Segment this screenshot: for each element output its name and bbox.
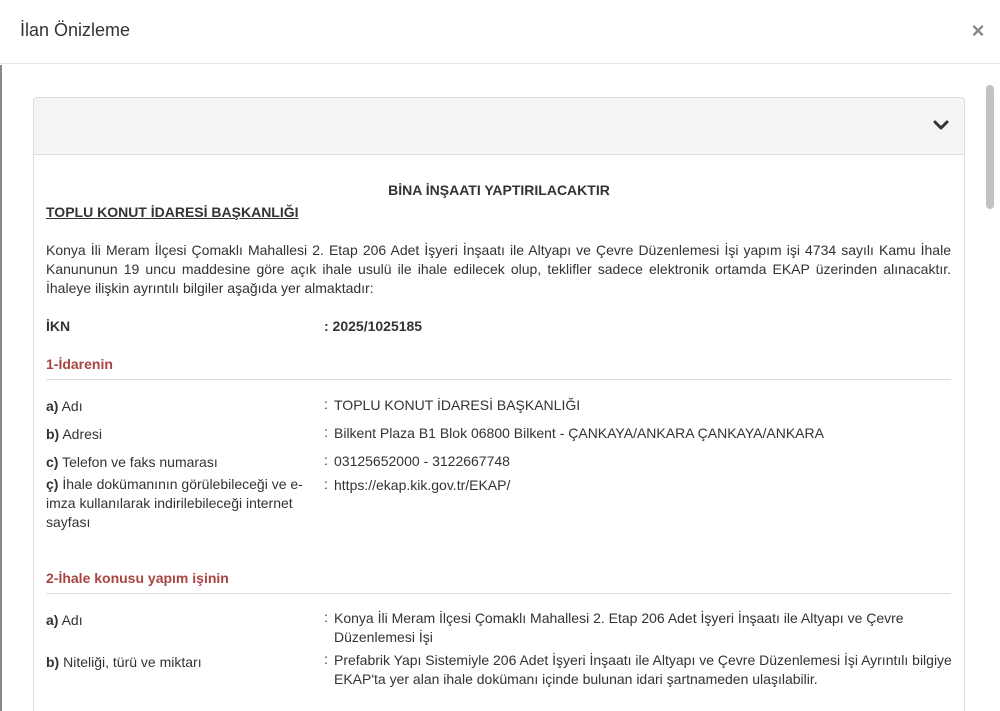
row-label-text: İhale dokümanının görülebileceği ve e-im… — [46, 476, 303, 530]
organization-title: TOPLU KONUT İDARESİ BAŞKANLIĞI — [46, 204, 299, 220]
row-label: a) Adı — [46, 611, 316, 630]
row-colon: : — [324, 476, 328, 492]
row-key: ç) — [46, 476, 59, 492]
row-label-text: Adı — [61, 398, 83, 414]
row-label: ç) İhale dokümanının görülebileceği ve e… — [46, 475, 316, 532]
row-label-text: Adresi — [62, 426, 103, 442]
close-icon[interactable]: × — [966, 18, 990, 44]
row-key: a) — [46, 612, 59, 628]
row-label-text: Adı — [61, 612, 83, 628]
announcement-panel: BİNA İNŞAATI YAPTIRILACAKTIR TOPLU KONUT… — [33, 97, 965, 711]
row-colon: : — [324, 452, 328, 468]
row-colon: : — [324, 651, 328, 667]
row-value: Bilkent Plaza B1 Blok 06800 Bilkent - ÇA… — [334, 425, 824, 441]
row-label-text: Niteliği, türü ve miktarı — [63, 654, 202, 670]
row-value: 03125652000 - 3122667748 — [334, 453, 510, 469]
row-label-text: Telefon ve faks numarası — [62, 454, 218, 470]
intro-paragraph: Konya İli Meram İlçesi Çomaklı Mahallesi… — [46, 242, 951, 296]
row-colon: : — [324, 424, 328, 440]
ikn-label: İKN — [46, 318, 71, 334]
row-label: a) Adı — [46, 397, 316, 416]
section-title-idare: 1-İdarenin — [46, 355, 951, 380]
modal-body: BİNA İNŞAATI YAPTIRILACAKTIR TOPLU KONUT… — [0, 65, 1000, 711]
modal-title: İlan Önizleme — [20, 20, 131, 40]
row-key: b) — [46, 426, 60, 442]
modal-header: İlan Önizleme × — [0, 0, 1000, 64]
row-colon: : — [324, 609, 328, 625]
row-colon: : — [324, 396, 328, 412]
panel-heading[interactable] — [34, 98, 964, 155]
internet-link[interactable]: https://ekap.kik.gov.tr/EKAP/ — [334, 476, 954, 495]
row-label: b) Niteliği, türü ve miktarı — [46, 653, 316, 672]
chevron-down-icon[interactable] — [932, 116, 950, 134]
section-title-yapim: 2-İhale konusu yapım işinin — [46, 569, 951, 594]
row-key: c) — [46, 454, 59, 470]
row-label: c) Telefon ve faks numarası — [46, 453, 316, 472]
scrollbar-thumb[interactable] — [986, 85, 994, 209]
row-value: Konya İli Meram İlçesi Çomaklı Mahallesi… — [334, 610, 904, 645]
ikn-value: : 2025/1025185 — [324, 318, 423, 334]
row-value: Prefabrik Yapı Sistemiyle 206 Adet İşyer… — [334, 652, 952, 687]
row-key: a) — [46, 398, 59, 414]
row-value: TOPLU KONUT İDARESİ BAŞKANLIĞI — [334, 397, 581, 413]
document-title: BİNA İNŞAATI YAPTIRILACAKTIR — [388, 182, 610, 198]
row-label: b) Adresi — [46, 425, 316, 444]
row-key: b) — [46, 654, 60, 670]
